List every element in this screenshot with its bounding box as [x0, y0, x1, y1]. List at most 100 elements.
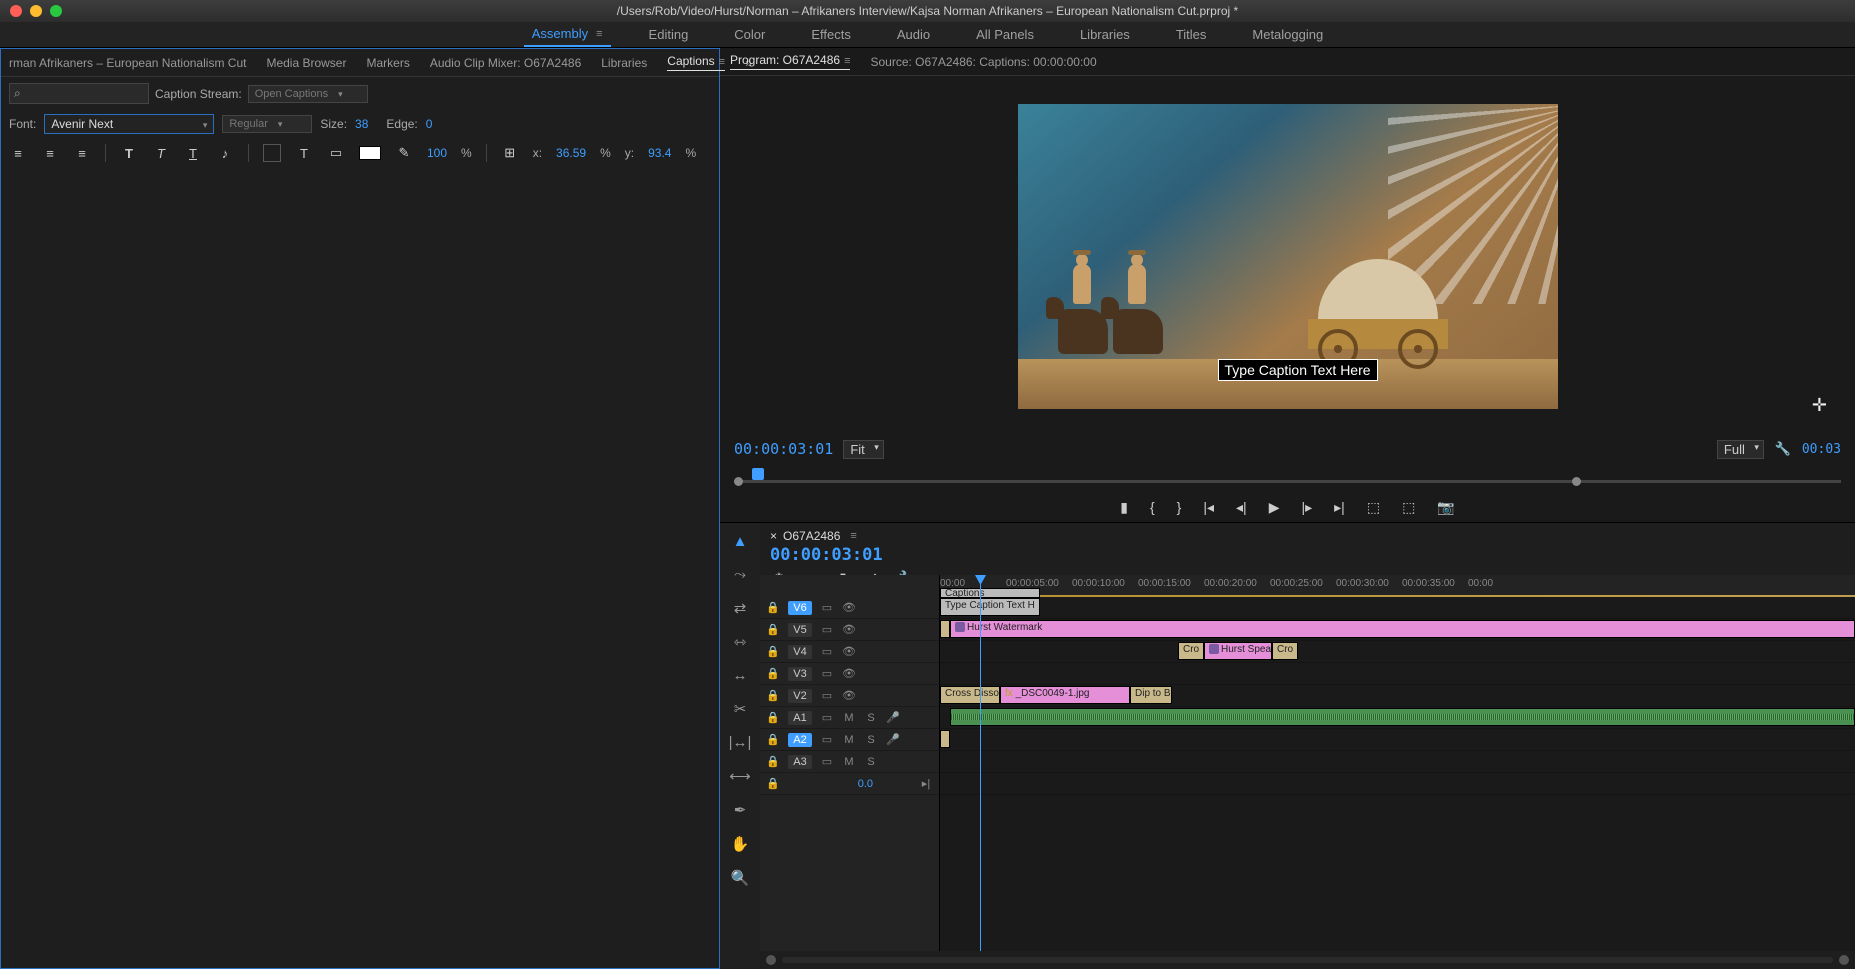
- go-to-next-icon[interactable]: ▸|: [919, 777, 933, 790]
- bg-box-icon[interactable]: [263, 144, 281, 162]
- scroll-track[interactable]: [782, 957, 1833, 963]
- solo-icon[interactable]: S: [864, 756, 878, 768]
- workspace-color[interactable]: Color: [726, 23, 773, 46]
- zoom-tool-icon[interactable]: 🔍: [731, 869, 750, 887]
- lock-icon[interactable]: 🔒: [766, 689, 780, 702]
- workspace-titles[interactable]: Titles: [1168, 23, 1215, 46]
- track-label[interactable]: V5: [788, 623, 812, 637]
- go-to-in-icon[interactable]: |◂: [1203, 499, 1214, 516]
- timeline-ruler[interactable]: 00:00 00:00:05:00 00:00:10:00 00:00:15:0…: [940, 575, 1855, 597]
- caption-clip[interactable]: Type Caption Text H: [940, 598, 1040, 616]
- tab-media-browser[interactable]: Media Browser: [266, 56, 346, 70]
- sequence-tab[interactable]: × O67A2486: [770, 529, 857, 543]
- slip-tool-icon[interactable]: |↔|: [729, 734, 752, 751]
- lock-icon[interactable]: 🔒: [766, 733, 780, 746]
- step-forward-icon[interactable]: |▸: [1301, 499, 1312, 516]
- master-gain-value[interactable]: 0.0: [858, 778, 873, 790]
- font-style-dropdown[interactable]: Regular: [222, 115, 312, 133]
- lock-icon[interactable]: 🔒: [766, 777, 780, 790]
- add-marker-icon[interactable]: ▮: [1120, 499, 1128, 516]
- sync-lock-icon[interactable]: ▭: [820, 645, 834, 658]
- track-header-v3[interactable]: 🔒V3▭👁: [760, 663, 939, 685]
- align-center-icon[interactable]: ≡: [41, 144, 59, 162]
- audio-transition[interactable]: [940, 730, 950, 748]
- minimize-window-button[interactable]: [30, 5, 42, 17]
- play-icon[interactable]: ▶: [1269, 499, 1280, 516]
- track-header-master[interactable]: 🔒 0.0 ▸|: [760, 773, 939, 795]
- y-value[interactable]: 93.4: [648, 146, 671, 160]
- toggle-output-icon[interactable]: 👁: [842, 667, 856, 680]
- track-label[interactable]: A3: [788, 755, 812, 769]
- caption-stream-dropdown[interactable]: Open Captions: [248, 85, 368, 103]
- track-header-a3[interactable]: 🔒A3▭MS: [760, 751, 939, 773]
- solo-icon[interactable]: S: [864, 734, 878, 746]
- mute-icon[interactable]: M: [842, 734, 856, 746]
- track-v3-row[interactable]: [940, 663, 1855, 685]
- go-to-out-icon[interactable]: ▸|: [1334, 499, 1345, 516]
- export-frame-icon[interactable]: 📷: [1437, 499, 1454, 516]
- timeline-tracks[interactable]: 00:00 00:00:05:00 00:00:10:00 00:00:15:0…: [940, 575, 1855, 951]
- slide-tool-icon[interactable]: ⟷: [729, 767, 751, 785]
- rolling-edit-icon[interactable]: ⇿: [734, 633, 747, 651]
- align-right-icon[interactable]: ≡: [73, 144, 91, 162]
- tab-markers[interactable]: Markers: [366, 56, 409, 70]
- tab-audio-clip-mixer[interactable]: Audio Clip Mixer: O67A2486: [430, 56, 581, 70]
- toggle-output-icon[interactable]: 👁: [842, 689, 856, 702]
- workspace-editing[interactable]: Editing: [641, 23, 697, 46]
- underline-icon[interactable]: T: [184, 144, 202, 162]
- clip-label[interactable]: Hurst Watermark: [967, 622, 1042, 633]
- eyedropper-icon[interactable]: ✎: [395, 144, 413, 162]
- pen-tool-icon[interactable]: ✒: [734, 801, 747, 819]
- transition-clip[interactable]: Cross Dissol: [940, 686, 1000, 704]
- step-back-icon[interactable]: ◂|: [1236, 499, 1247, 516]
- text-background-icon[interactable]: ▭: [327, 144, 345, 162]
- tab-libraries[interactable]: Libraries: [601, 56, 647, 70]
- track-v4-row[interactable]: Cro Hurst Spea Cro: [940, 641, 1855, 663]
- track-a2-row[interactable]: [940, 729, 1855, 751]
- sync-lock-icon[interactable]: ▭: [820, 711, 834, 724]
- timeline-timecode[interactable]: 00:00:03:01: [770, 545, 1845, 565]
- zoom-dropdown[interactable]: Fit: [843, 440, 883, 459]
- workspace-audio[interactable]: Audio: [889, 23, 938, 46]
- mute-icon[interactable]: M: [842, 756, 856, 768]
- lock-icon[interactable]: 🔒: [766, 667, 780, 680]
- transition-clip[interactable]: [940, 620, 950, 638]
- sync-lock-icon[interactable]: ▭: [820, 689, 834, 702]
- workspace-all-panels[interactable]: All Panels: [968, 23, 1042, 46]
- opacity-value[interactable]: 100: [427, 146, 447, 160]
- transition-clip[interactable]: Dip to B: [1130, 686, 1172, 704]
- color-swatch[interactable]: [359, 146, 381, 160]
- track-label[interactable]: V6: [788, 601, 812, 615]
- caption-text-overlay[interactable]: Type Caption Text Here: [1218, 359, 1378, 381]
- track-label[interactable]: A2: [788, 733, 812, 747]
- mark-in-icon[interactable]: {: [1150, 499, 1155, 515]
- lock-icon[interactable]: 🔒: [766, 755, 780, 768]
- clip-label[interactable]: _DSC0049-1.jpg: [1016, 688, 1090, 699]
- tab-captions[interactable]: Captions: [667, 54, 725, 71]
- track-a1-row[interactable]: [940, 707, 1855, 729]
- track-a3-row[interactable]: [940, 751, 1855, 773]
- italic-icon[interactable]: T: [152, 144, 170, 162]
- track-label[interactable]: V4: [788, 645, 812, 659]
- ripple-edit-icon[interactable]: ⇄: [734, 599, 747, 617]
- caption-clip-header[interactable]: Captions: [940, 588, 1040, 598]
- program-timecode[interactable]: 00:00:03:01: [734, 440, 833, 458]
- lift-icon[interactable]: ⬚: [1367, 499, 1380, 516]
- track-label[interactable]: A1: [788, 711, 812, 725]
- track-label[interactable]: V2: [788, 689, 812, 703]
- lock-icon[interactable]: 🔒: [766, 623, 780, 636]
- timeline-horizontal-scroll[interactable]: [760, 951, 1855, 969]
- zoom-window-button[interactable]: [50, 5, 62, 17]
- transition-clip[interactable]: Cro: [1178, 642, 1204, 660]
- workspace-metalogging[interactable]: Metalogging: [1244, 23, 1331, 46]
- program-scrub-bar[interactable]: [734, 462, 1841, 492]
- text-color-icon[interactable]: T: [295, 144, 313, 162]
- playhead-handle[interactable]: [752, 468, 764, 480]
- sync-lock-icon[interactable]: ▭: [820, 601, 834, 614]
- sync-lock-icon[interactable]: ▭: [820, 623, 834, 636]
- extract-icon[interactable]: ⬚: [1402, 499, 1415, 516]
- track-v5-row[interactable]: Hurst Watermark: [940, 619, 1855, 641]
- workspace-assembly[interactable]: Assembly: [524, 22, 611, 47]
- solo-icon[interactable]: S: [864, 712, 878, 724]
- selection-tool-icon[interactable]: ▲: [733, 533, 748, 550]
